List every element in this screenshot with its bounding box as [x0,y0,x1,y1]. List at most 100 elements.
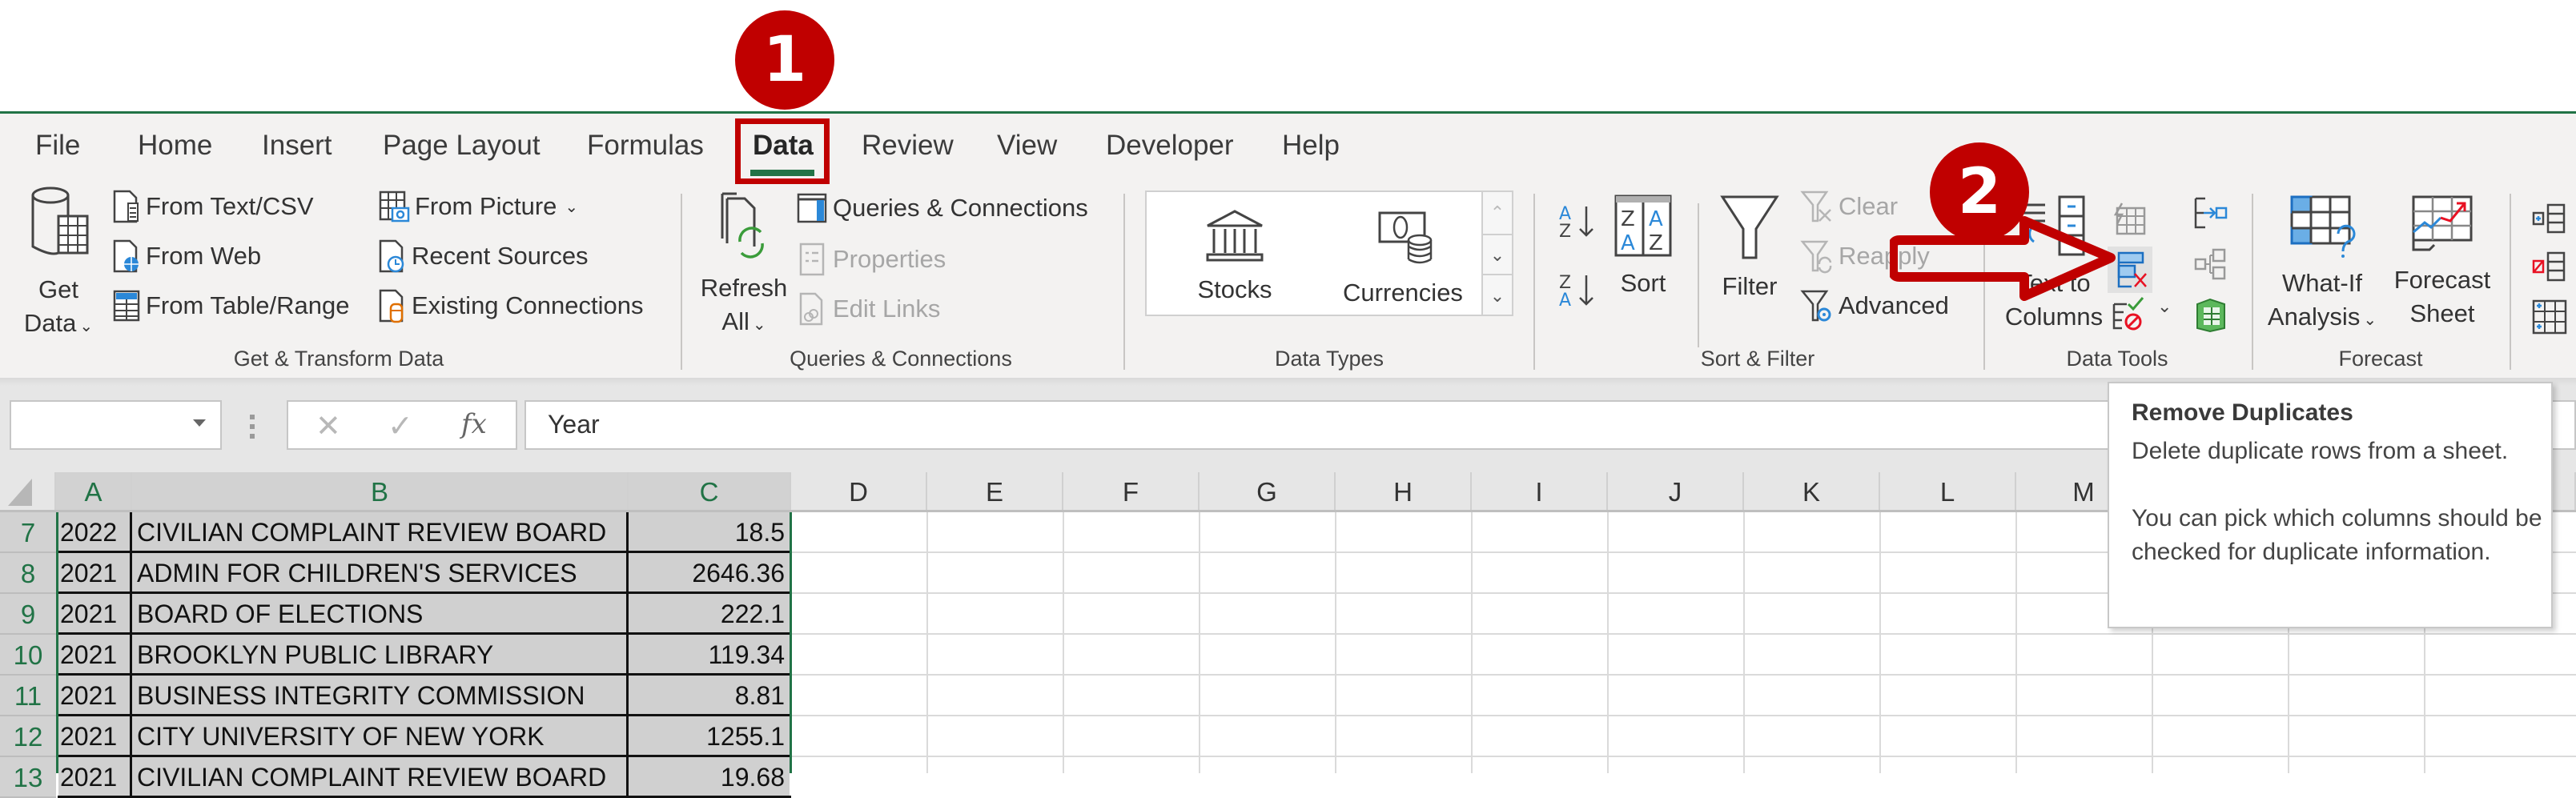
sort-z-to-a-button[interactable]: ZA [1557,271,1597,315]
cell-b[interactable]: CITY UNIVERSITY OF NEW YORK [132,716,629,755]
gallery-scroll-down[interactable]: ⌄ [1481,234,1512,274]
cell-b[interactable]: CIVILIAN COMPLAINT REVIEW BOARD [132,757,629,796]
tab-formulas[interactable]: Formulas [587,130,704,162]
cell-c[interactable]: 8.81 [629,676,790,714]
row-header[interactable]: 8 [0,553,56,594]
row-header[interactable]: 13 [0,757,56,798]
cell-c[interactable]: 222.1 [629,594,790,632]
tab-help[interactable]: Help [1282,130,1340,162]
relationships-icon [2194,248,2226,280]
stocks-button[interactable]: Stocks [1179,208,1291,307]
column-header-l[interactable]: L [1880,472,2016,510]
what-if-label-1: What-If [2282,269,2362,297]
from-picture-button[interactable]: From Picture ⌄ [378,189,578,224]
tab-review[interactable]: Review [862,130,954,162]
column-header-e[interactable]: E [927,472,1063,510]
tab-view[interactable]: View [997,130,1057,162]
column-header-h[interactable]: H [1336,472,1472,510]
group-rows-icon [2532,203,2566,234]
cell-a[interactable]: 2021 [58,757,132,796]
cell-a[interactable]: 2021 [58,594,132,632]
forecast-sheet-button[interactable]: Forecast Sheet [2390,194,2494,331]
reapply-icon [1800,240,1832,274]
step-1-badge: 1 [735,10,834,110]
from-table-range-button[interactable]: From Table/Range [112,288,349,323]
manage-data-model-button[interactable] [2192,296,2229,337]
cell-a[interactable]: 2021 [58,676,132,714]
row-header[interactable]: 7 [0,512,56,553]
tab-file[interactable]: File [35,130,80,162]
row-header[interactable]: 10 [0,635,56,676]
insert-function-icon[interactable]: fx [461,408,487,440]
column-header-g[interactable]: G [1200,472,1336,510]
clear-filter-button[interactable]: Clear [1800,189,1898,224]
cell-c[interactable]: 1255.1 [629,716,790,755]
group-button[interactable] [2532,203,2567,239]
ribbon: File Home Insert Page Layout Formulas Da… [0,114,2576,378]
cell-a[interactable]: 2021 [58,716,132,755]
what-if-analysis-button[interactable]: What-If Analysis ⌄ [2266,194,2378,337]
row-header[interactable]: 9 [0,594,56,635]
tab-developer[interactable]: Developer [1106,130,1234,162]
gallery-scroll-up[interactable]: ⌃ [1481,192,1512,234]
recent-sources-button[interactable]: Recent Sources [378,239,589,274]
recent-sources-icon [379,239,404,273]
sort-button[interactable]: ZAAZ Sort [1609,194,1677,300]
group-separator [2252,194,2253,370]
filter-button[interactable]: Filter [1710,194,1790,303]
properties-button[interactable]: Properties [796,242,946,277]
column-header-j[interactable]: J [1608,472,1744,510]
row-header[interactable]: 11 [0,676,56,716]
from-web-button[interactable]: From Web [112,239,261,274]
cell-a[interactable]: 2022 [58,512,132,551]
remove-duplicates-tooltip: Remove Duplicates Delete duplicate rows … [2108,382,2553,628]
cancel-icon[interactable]: ✕ [315,408,341,444]
tab-home[interactable]: Home [138,130,212,162]
subtotal-button[interactable] [2532,299,2567,339]
relationships-button[interactable] [2192,247,2229,286]
cell-c[interactable]: 119.34 [629,635,790,673]
formula-buttons: ✕ ✓ fx [287,400,517,450]
refresh-all-button[interactable]: Refresh All ⌄ [697,190,791,342]
data-validation-dropdown[interactable]: ⌄ [2157,296,2172,317]
existing-connections-button[interactable]: Existing Connections [378,288,644,323]
tab-insert[interactable]: Insert [262,130,332,162]
cell-c[interactable]: 18.5 [629,512,790,551]
column-header-k[interactable]: K [1744,472,1880,510]
gridline [791,715,2576,716]
edit-links-button[interactable]: Edit Links [796,291,940,327]
column-header-b[interactable]: B [132,472,629,510]
gallery-expand[interactable]: ⌄ [1481,274,1512,315]
cell-a[interactable]: 2021 [58,635,132,673]
consolidate-button[interactable] [2192,195,2229,235]
top-margin [0,0,2576,112]
cell-a[interactable]: 2021 [58,553,132,591]
sort-a-to-z-button[interactable]: AZ [1557,202,1597,246]
name-box[interactable] [10,400,222,450]
cell-b[interactable]: BROOKLYN PUBLIC LIBRARY [132,635,629,673]
column-header-i[interactable]: I [1472,472,1608,510]
name-box-dropdown-icon[interactable] [193,419,206,427]
cell-b[interactable]: BOARD OF ELECTIONS [132,594,629,632]
cell-c[interactable]: 2646.36 [629,553,790,591]
column-header-f[interactable]: F [1063,472,1200,510]
column-header-d[interactable]: D [791,472,927,510]
tab-page-layout[interactable]: Page Layout [383,130,541,162]
cell-b[interactable]: ADMIN FOR CHILDREN'S SERVICES [132,553,629,591]
column-header-a[interactable]: A [56,472,132,510]
existing-connections-icon [379,289,404,323]
get-data-button[interactable]: Get Data ⌄ [14,184,102,343]
cell-b[interactable]: BUSINESS INTEGRITY COMMISSION [132,676,629,714]
ungroup-button[interactable] [2532,251,2567,287]
column-header-c[interactable]: C [629,472,791,510]
formula-bar-resize-handle[interactable] [250,415,255,439]
queries-connections-button[interactable]: Queries & Connections [796,192,1088,224]
cell-b[interactable]: CIVILIAN COMPLAINT REVIEW BOARD [132,512,629,551]
currency-icon [1378,211,1433,264]
from-text-csv-button[interactable]: From Text/CSV [112,189,314,224]
gridline [791,756,2576,757]
cell-c[interactable]: 19.68 [629,757,790,796]
currencies-button[interactable]: Currencies [1331,208,1475,310]
row-header[interactable]: 12 [0,716,56,757]
enter-check-icon[interactable]: ✓ [388,408,413,444]
